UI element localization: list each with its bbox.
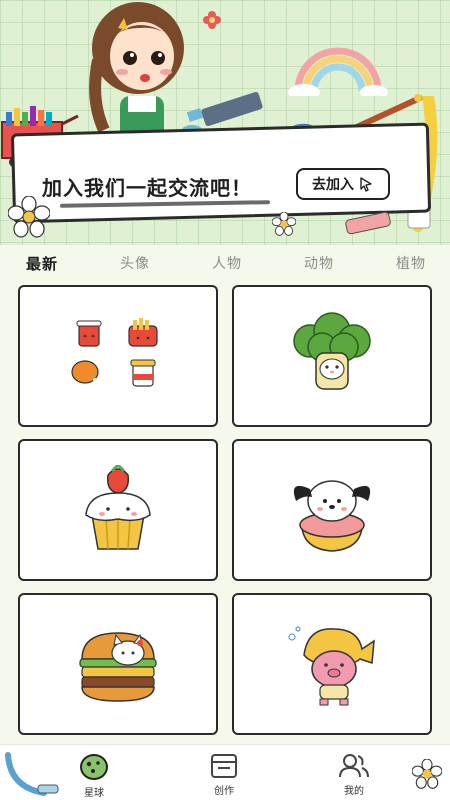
daisy-flower-icon [272,212,296,236]
strawberry-cupcake-icon [85,465,151,550]
pink-paint-tube-icon [345,211,391,235]
banner-slogan: 加入我们一起交流吧！ [42,176,252,200]
join-button-label: 去加入 [312,177,354,193]
rainbow-icon [288,47,388,96]
tab-animals[interactable]: 动物 [304,253,334,273]
planet-icon [80,754,108,780]
brush-decoration-icon [5,752,59,796]
artwork-card[interactable] [18,285,218,427]
nav-mine-label: 我的 [344,786,364,797]
nav-planet-label: 星球 [84,788,104,799]
artwork-card[interactable] [18,439,218,581]
create-icon [211,754,237,778]
nav-create-label: 创作 [214,786,234,797]
cat-burger-icon [79,632,157,702]
tab-latest[interactable]: 最新 [26,253,58,274]
daisy-flower-icon [8,196,50,238]
nav-create[interactable]: 创作 [194,753,254,797]
artwork-card[interactable] [232,285,432,427]
dog-donut-icon [293,480,371,552]
flower-icon [203,11,221,29]
artwork-grid [18,285,432,735]
pig-fish-hat-icon [288,626,375,706]
nav-mine[interactable]: 我的 [324,753,384,797]
fast-food-set-icon [71,318,158,390]
people-icon [339,754,369,778]
daisy-flower-icon [412,759,442,789]
tab-plants[interactable]: 植物 [396,253,426,273]
join-button[interactable]: 去加入 [296,168,390,200]
bottom-navigation: 星球 创作 我的 [0,744,450,800]
cursor-icon [360,177,372,192]
artwork-card[interactable] [18,593,218,735]
category-tabs: 最新 头像 人物 动物 植物 [0,248,450,278]
tab-people[interactable]: 人物 [212,253,242,273]
artwork-card[interactable] [232,593,432,735]
broccoli-character-icon [293,312,371,390]
promo-banner[interactable]: 加入我们一起交流吧！ 去加入 [0,0,450,245]
nav-planet[interactable]: 星球 [64,753,124,799]
tab-avatar[interactable]: 头像 [120,253,150,273]
artwork-card[interactable] [232,439,432,581]
